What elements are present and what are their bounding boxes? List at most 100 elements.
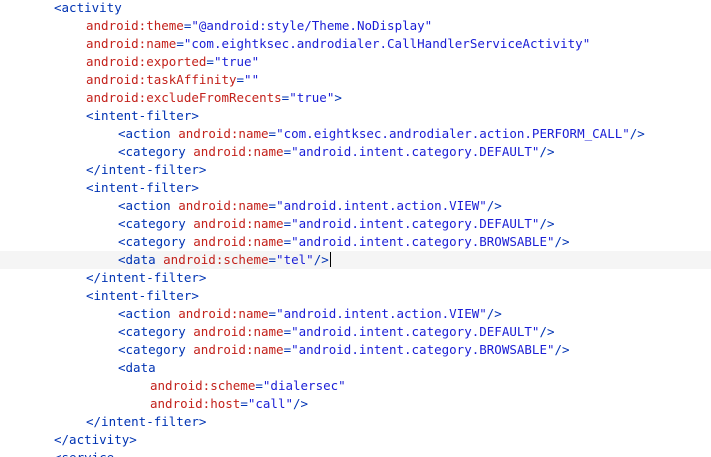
xml-attribute-name: android:name xyxy=(193,324,284,339)
code-line[interactable]: <activity xyxy=(0,0,711,17)
code-line[interactable]: <action android:name="android.intent.act… xyxy=(0,197,711,215)
code-line-content: <intent-filter> xyxy=(86,287,199,305)
xml-tag-token: <category xyxy=(118,144,194,159)
code-line-content: android:theme="@android:style/Theme.NoDi… xyxy=(86,17,432,35)
code-line[interactable]: <data xyxy=(0,359,711,377)
code-line[interactable]: android:taskAffinity="" xyxy=(0,71,711,89)
code-line-content: <category android:name="android.intent.c… xyxy=(118,341,570,359)
code-line[interactable]: <action android:name="com.eightksec.andr… xyxy=(0,125,711,143)
xml-tag-token: /> xyxy=(539,324,555,339)
xml-attribute-value: "android.intent.action.VIEW" xyxy=(276,306,487,321)
code-line-content: <action android:name="com.eightksec.andr… xyxy=(118,125,645,143)
xml-tag-token: </intent-filter> xyxy=(86,414,207,429)
xml-tag-token: /> xyxy=(629,126,645,141)
code-line-content: </intent-filter> xyxy=(86,413,206,431)
code-editor[interactable]: <activity android:theme="@android:style/T… xyxy=(0,0,711,457)
xml-attribute-value: "android.intent.category.BROWSABLE" xyxy=(291,234,555,249)
xml-tag-token: </intent-filter> xyxy=(86,162,207,177)
code-line-content: android:taskAffinity="" xyxy=(86,71,259,89)
xml-attribute-name: android:scheme xyxy=(150,378,256,393)
xml-attribute-value: "" xyxy=(244,72,260,87)
code-line[interactable]: </activity> xyxy=(0,431,711,449)
xml-tag-token: /> xyxy=(554,234,570,249)
code-line-content: <category android:name="android.intent.c… xyxy=(118,143,555,161)
xml-tag-token: <service xyxy=(54,450,114,457)
code-line-content: <data xyxy=(118,359,156,377)
xml-attribute-name: android:theme xyxy=(86,18,184,33)
xml-attribute-name: android:name xyxy=(193,144,284,159)
code-line-content: android:name="com.eightksec.androdialer.… xyxy=(86,35,590,53)
code-line[interactable]: android:exported="true" xyxy=(0,53,711,71)
code-line[interactable]: <intent-filter> xyxy=(0,107,711,125)
code-line-content: </intent-filter> xyxy=(86,161,206,179)
xml-tag-token: <category xyxy=(118,342,194,357)
code-line[interactable]: android:theme="@android:style/Theme.NoDi… xyxy=(0,17,711,35)
xml-tag-token: <category xyxy=(118,234,194,249)
code-line-content: android:excludeFromRecents="true"> xyxy=(86,89,342,107)
code-line[interactable]: android:excludeFromRecents="true"> xyxy=(0,89,711,107)
xml-attribute-name: android:scheme xyxy=(163,252,269,267)
code-line-content: <service xyxy=(54,449,114,457)
code-line[interactable]: </intent-filter> xyxy=(0,161,711,179)
code-line[interactable]: android:host="call"/> xyxy=(0,395,711,413)
code-line[interactable]: android:scheme="dialersec" xyxy=(0,377,711,395)
code-line-content: <activity xyxy=(54,0,122,17)
code-line[interactable]: <category android:name="android.intent.c… xyxy=(0,341,711,359)
xml-tag-token: </activity> xyxy=(54,432,137,447)
xml-tag-token: <action xyxy=(118,306,179,321)
xml-tag-token: </intent-filter> xyxy=(86,270,207,285)
code-line-content: <action android:name="android.intent.act… xyxy=(118,305,502,323)
xml-equals-sign: = xyxy=(268,306,277,321)
code-line-content: android:scheme="dialersec" xyxy=(150,377,346,395)
code-line[interactable]: </intent-filter> xyxy=(0,413,711,431)
code-line[interactable]: <action android:name="android.intent.act… xyxy=(0,305,711,323)
xml-equals-sign: = xyxy=(283,342,292,357)
xml-tag-token: <category xyxy=(118,324,194,339)
code-line[interactable]: </intent-filter> xyxy=(0,269,711,287)
xml-equals-sign: = xyxy=(236,72,245,87)
xml-attribute-value: "call" xyxy=(247,396,293,411)
xml-tag-token: <action xyxy=(118,198,179,213)
code-line[interactable]: <category android:name="android.intent.c… xyxy=(0,233,711,251)
code-line-content: android:host="call"/> xyxy=(150,395,308,413)
text-caret xyxy=(329,252,331,267)
xml-equals-sign: = xyxy=(283,324,292,339)
xml-attribute-name: android:host xyxy=(150,396,241,411)
xml-tag-token: /> xyxy=(486,306,502,321)
code-line[interactable]: <intent-filter> xyxy=(0,287,711,305)
code-line[interactable]: <intent-filter> xyxy=(0,179,711,197)
code-line-content: <action android:name="android.intent.act… xyxy=(118,197,502,215)
xml-attribute-value: "true" xyxy=(289,90,335,105)
xml-equals-sign: = xyxy=(268,252,277,267)
xml-tag-token: /> xyxy=(313,252,329,267)
code-line-content: <intent-filter> xyxy=(86,179,199,197)
xml-attribute-name: android:name xyxy=(178,306,269,321)
code-line-content: android:exported="true" xyxy=(86,53,259,71)
xml-tag-token: > xyxy=(334,90,342,105)
xml-equals-sign: = xyxy=(240,396,248,411)
code-line[interactable]: <service xyxy=(0,449,711,457)
code-line-current[interactable]: <data android:scheme="tel"/> xyxy=(0,251,711,269)
xml-tag-token: <intent-filter> xyxy=(86,108,199,123)
xml-attribute-name: android:name xyxy=(178,126,269,141)
xml-attribute-value: "android.intent.action.VIEW" xyxy=(276,198,487,213)
xml-tag-token: <category xyxy=(118,216,194,231)
code-line-content: <data android:scheme="tel"/> xyxy=(118,251,331,269)
xml-equals-sign: = xyxy=(268,126,277,141)
xml-tag-token: <action xyxy=(118,126,179,141)
xml-attribute-value: "com.eightksec.androdialer.action.PERFOR… xyxy=(276,126,630,141)
xml-attribute-name: android:excludeFromRecents xyxy=(86,90,282,105)
xml-tag-token: <intent-filter> xyxy=(86,180,199,195)
code-line[interactable]: android:name="com.eightksec.androdialer.… xyxy=(0,35,711,53)
code-line[interactable]: <category android:name="android.intent.c… xyxy=(0,323,711,341)
xml-attribute-value: "tel" xyxy=(276,252,314,267)
code-line[interactable]: <category android:name="android.intent.c… xyxy=(0,215,711,233)
xml-tag-token: /> xyxy=(486,198,502,213)
xml-tag-token: /> xyxy=(539,216,555,231)
xml-tag-token: /> xyxy=(293,396,309,411)
xml-attribute-name: android:exported xyxy=(86,54,207,69)
xml-equals-sign: = xyxy=(283,144,292,159)
code-line[interactable]: <category android:name="android.intent.c… xyxy=(0,143,711,161)
xml-equals-sign: = xyxy=(283,216,292,231)
xml-tag-token: /> xyxy=(539,144,555,159)
